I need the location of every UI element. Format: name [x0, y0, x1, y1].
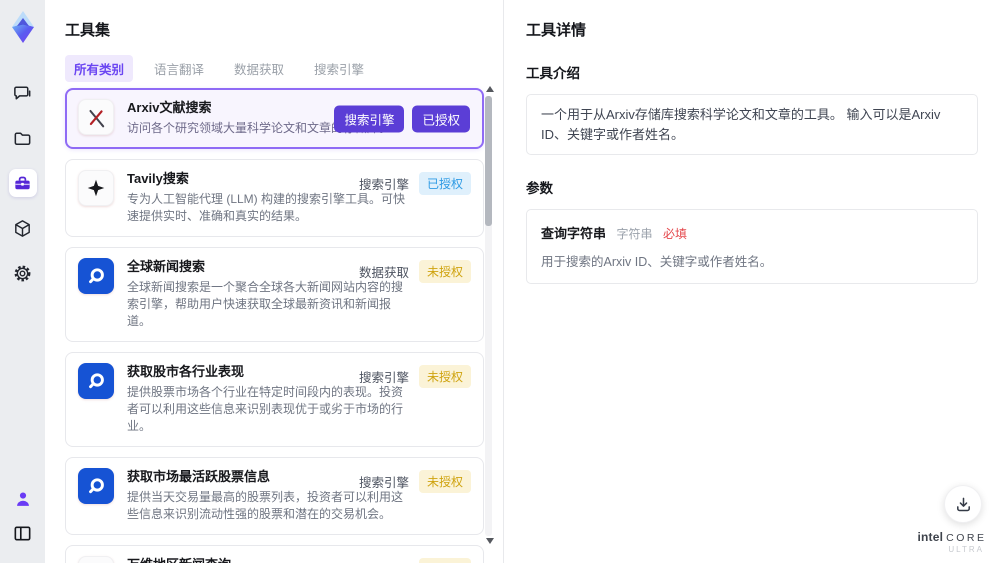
tool-card-regional-news[interactable]: 万维地区新闻查询 查询具体行政区划内的新闻，快速了解各地新闻动 搜索引擎 未授权	[65, 545, 484, 563]
auth-status-badge: 未授权	[418, 470, 471, 493]
auth-status-badge: 未授权	[418, 260, 471, 283]
page-title: 工具集	[65, 22, 111, 39]
tool-card-tavily[interactable]: Tavily搜索 专为人工智能代理 (LLM) 构建的搜索引擎工具。可快速提供实…	[65, 159, 484, 237]
tool-card-most-active-stocks[interactable]: 获取市场最活跃股票信息 提供当天交易量最高的股票列表，投资者可以利用这些信息来识…	[65, 457, 484, 535]
category-badge: 搜索引擎	[358, 178, 409, 192]
category-tabs: 所有类别 语言翻译 数据获取 搜索引擎	[65, 55, 373, 82]
download-button[interactable]	[944, 485, 982, 523]
category-badge: 搜索引擎	[334, 105, 405, 132]
sidebar-item-collapse[interactable]	[9, 519, 37, 547]
intro-heading: 工具介绍	[526, 66, 580, 81]
tool-list-panel: 工具集 所有类别 语言翻译 数据获取 搜索引擎 Arxiv文献搜索 访问各个研究…	[45, 0, 503, 563]
parameter-description: 用于搜索的Arxiv ID、关键字或作者姓名。	[541, 255, 773, 269]
auth-status-badge: 已授权	[412, 105, 470, 132]
newspaper-icon	[78, 556, 114, 563]
gear-icon	[14, 265, 31, 281]
tool-detail-panel: 工具详情 工具介绍 一个用于从Arxiv存储库搜索科学论文和文章的工具。 输入可…	[504, 0, 1000, 563]
folder-icon	[14, 131, 31, 145]
scrollbar-down-icon[interactable]	[486, 538, 494, 544]
user-icon	[16, 492, 29, 506]
tool-description: 全球新闻搜索是一个聚合全球各大新闻网站内容的搜索引擎，帮助用户快速获取全球最新资…	[127, 280, 404, 328]
magnifier-app-icon	[78, 468, 114, 504]
tool-badges: 搜索引擎 未授权	[359, 365, 471, 388]
panel-toggle-icon	[14, 525, 31, 541]
magnifier-app-icon	[78, 363, 114, 399]
category-badge: 搜索引擎	[358, 371, 409, 385]
sidebar-item-chat[interactable]	[9, 79, 37, 107]
params-heading: 参数	[526, 181, 553, 196]
scrollbar-thumb[interactable]	[485, 96, 492, 226]
cube-icon	[15, 219, 30, 237]
tool-badges: 搜索引擎 已授权	[334, 105, 470, 132]
tool-card-global-news[interactable]: 全球新闻搜索 全球新闻搜索是一个聚合全球各大新闻网站内容的搜索引擎，帮助用户快速…	[65, 247, 484, 342]
app-logo-gem-icon	[11, 11, 34, 43]
sidebar	[0, 0, 45, 563]
tab-all-categories[interactable]: 所有类别	[65, 55, 134, 82]
sidebar-item-settings[interactable]	[9, 259, 37, 287]
intel-product-text: core	[946, 532, 987, 545]
tab-search-engine[interactable]: 搜索引擎	[305, 55, 373, 82]
auth-status-badge: 未授权	[418, 558, 471, 563]
tool-badges: 搜索引擎 未授权	[359, 470, 471, 493]
tool-intro-text: 一个用于从Arxiv存储库搜索科学论文和文章的工具。 输入可以是Arxiv ID…	[526, 94, 978, 155]
tool-description: 提供股票市场各个行业在特定时间段内的表现。投资者可以利用这些信息来识别表现优于或…	[127, 385, 404, 433]
parameter-header: 查询字符串 字符串 必填	[541, 223, 963, 243]
scrollbar-up-icon[interactable]	[486, 86, 494, 92]
tool-badges: 数据获取 未授权	[359, 260, 471, 283]
tab-data-fetch[interactable]: 数据获取	[225, 55, 293, 82]
intel-sub-text: ultra	[948, 544, 984, 554]
sidebar-item-files[interactable]	[9, 124, 37, 152]
category-badge: 数据获取	[358, 266, 409, 280]
arxiv-icon	[78, 99, 114, 135]
tool-description: 专为人工智能代理 (LLM) 构建的搜索引擎工具。可快速提供实时、准确和真实的结…	[127, 192, 406, 223]
tool-description: 提供当天交易量最高的股票列表，投资者可以利用这些信息来识别流动性强的股票和潜在的…	[127, 490, 404, 521]
sidebar-item-models[interactable]	[9, 214, 37, 242]
tool-badges: 搜索引擎 未授权	[359, 558, 471, 563]
chat-icon	[14, 86, 31, 100]
app-window: 工具集 所有类别 语言翻译 数据获取 搜索引擎 Arxiv文献搜索 访问各个研究…	[0, 0, 1000, 563]
parameter-name: 查询字符串	[541, 226, 607, 241]
tool-badges: 搜索引擎 已授权	[359, 172, 471, 195]
auth-status-badge: 已授权	[418, 172, 471, 195]
parameter-required-flag: 必填	[662, 227, 687, 241]
tool-list: Arxiv文献搜索 访问各个研究领域大量科学论文和文章的存储库。 搜索引擎 已授…	[65, 88, 484, 563]
intel-brand-text: intel	[917, 530, 944, 545]
tavily-star-icon	[78, 170, 114, 206]
sidebar-nav	[8, 79, 37, 287]
parameter-type: 字符串	[616, 227, 653, 241]
toolbox-icon	[15, 176, 30, 189]
category-badge: 搜索引擎	[358, 476, 409, 490]
auth-status-badge: 未授权	[418, 365, 471, 388]
detail-title: 工具详情	[526, 22, 587, 39]
download-icon	[956, 497, 970, 511]
intel-core-logo: intel core ultra	[916, 530, 988, 554]
tool-card-sector-performance[interactable]: 获取股市各行业表现 提供股票市场各个行业在特定时间段内的表现。投资者可以利用这些…	[65, 352, 484, 447]
magnifier-app-icon	[78, 258, 114, 294]
sidebar-item-account[interactable]	[9, 485, 37, 513]
intel-core-wordmark: intel core	[916, 530, 988, 545]
tool-card-arxiv[interactable]: Arxiv文献搜索 访问各个研究领域大量科学论文和文章的存储库。 搜索引擎 已授…	[65, 88, 484, 149]
parameter-item: 查询字符串 字符串 必填 用于搜索的Arxiv ID、关键字或作者姓名。	[526, 209, 978, 284]
tab-translation[interactable]: 语言翻译	[145, 55, 213, 82]
sidebar-bottom	[9, 485, 37, 547]
sidebar-item-toolbox[interactable]	[8, 169, 37, 197]
